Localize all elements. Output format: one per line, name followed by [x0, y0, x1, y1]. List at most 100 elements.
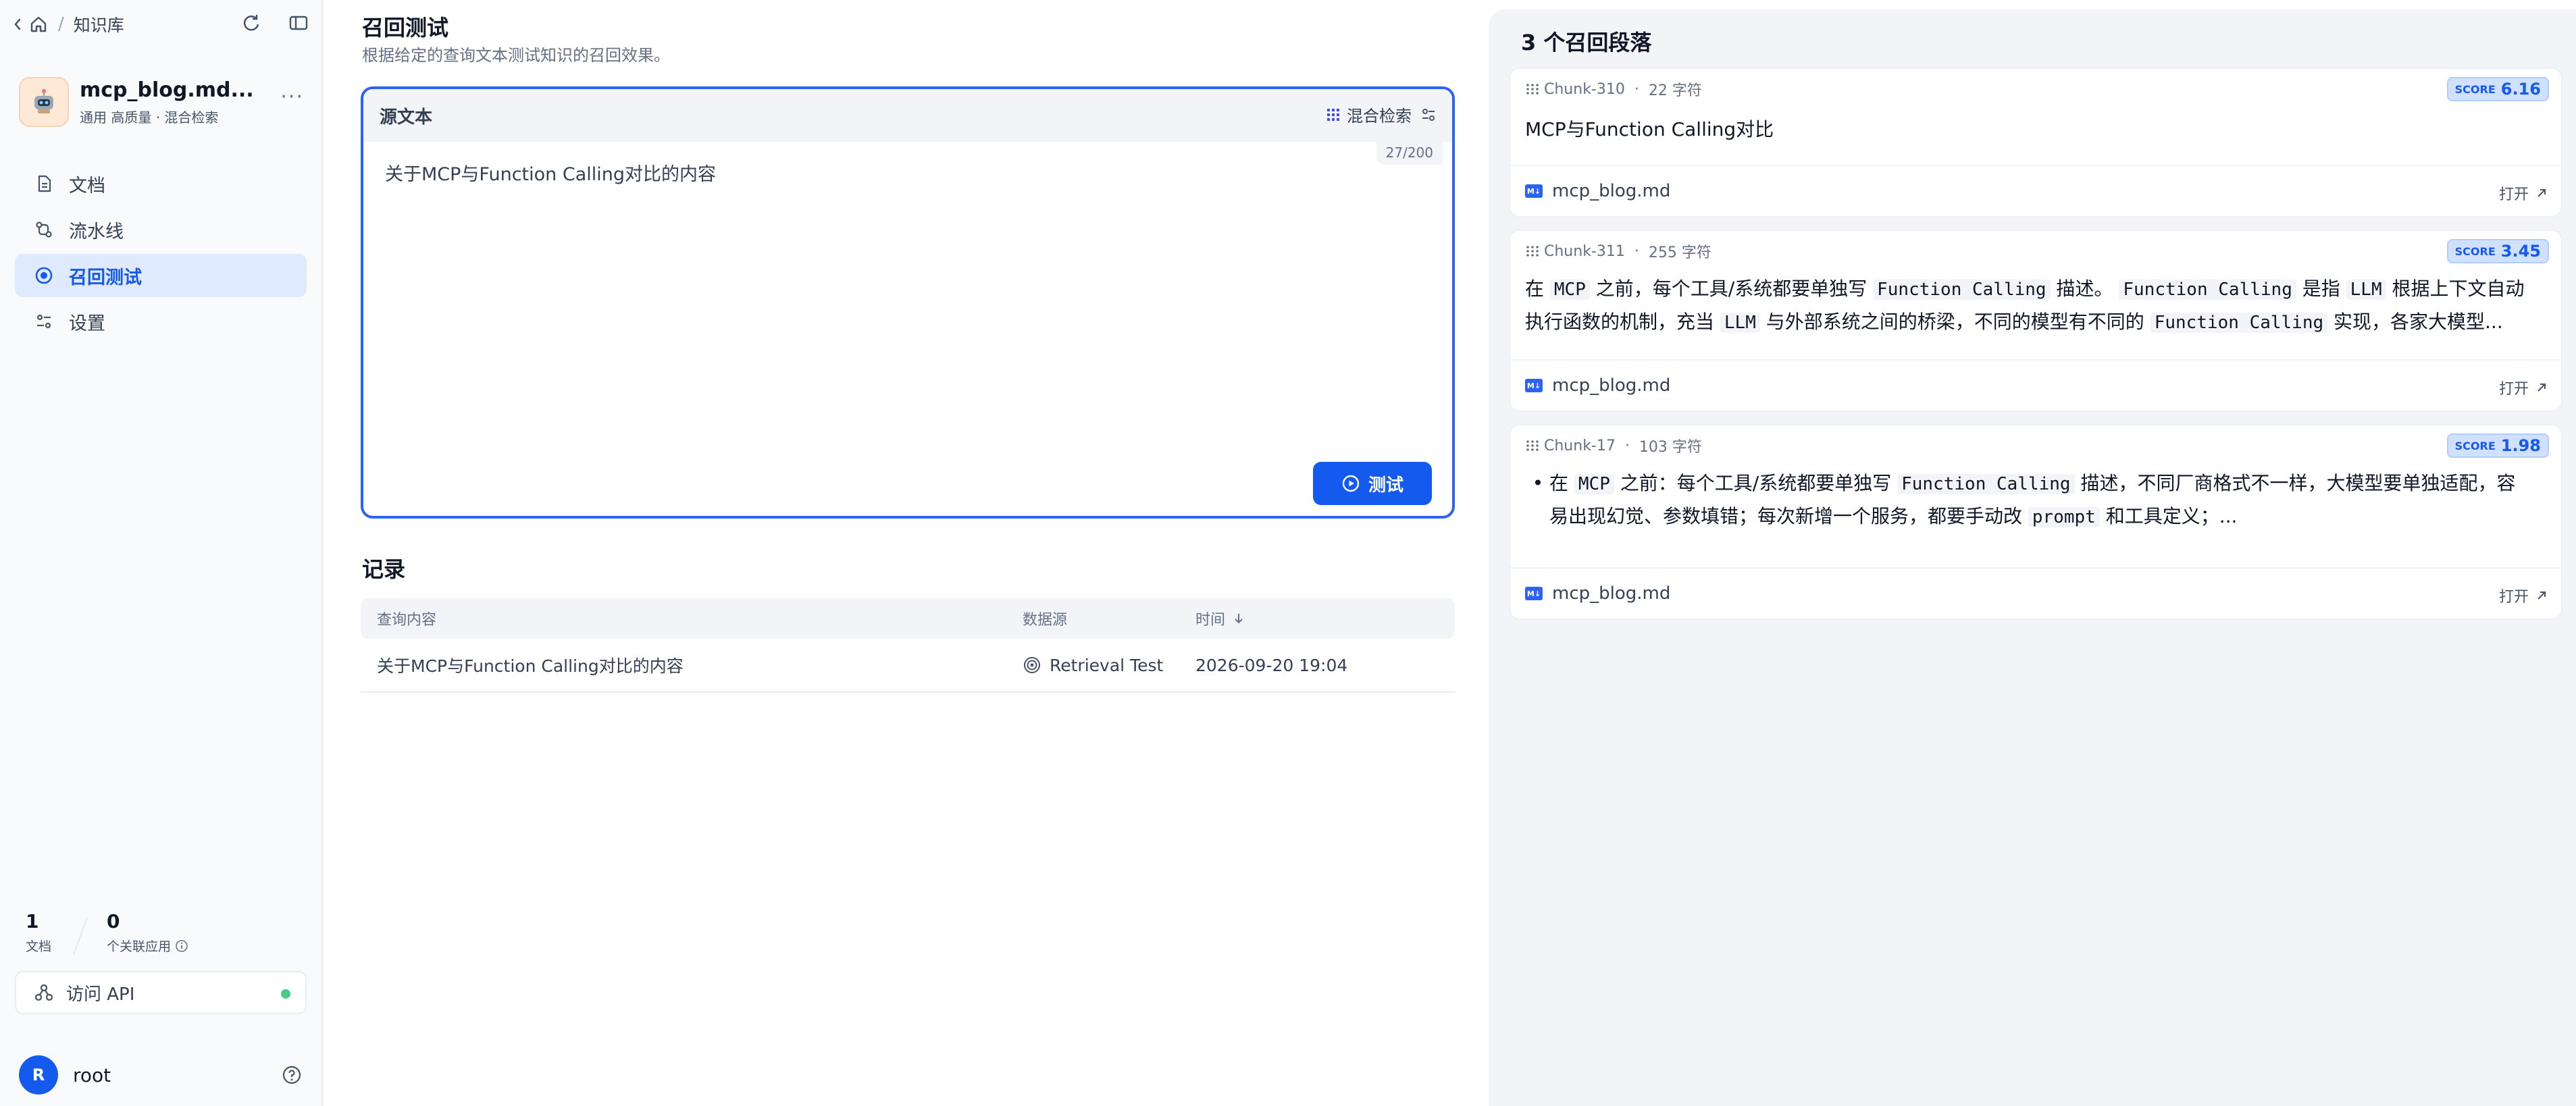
records-title: 记录: [362, 556, 406, 582]
target-icon: [34, 265, 54, 286]
inline-code: MCP: [1574, 474, 1614, 494]
open-link[interactable]: 打开: [2499, 585, 2548, 606]
sliders-icon: [1422, 108, 1435, 121]
chunk-id: Chunk-310: [1544, 80, 1625, 98]
stat-label: 文档: [26, 939, 52, 954]
chunk-footer: M↓ mcp_blog.md 打开: [1510, 359, 2561, 411]
info-icon[interactable]: [175, 939, 188, 953]
inline-code: Function Calling: [1873, 280, 2051, 300]
meta-separator: ·: [1634, 242, 1639, 260]
stat-value: 1: [26, 910, 39, 932]
chunk-meta: Chunk-310 · 22 字符: [1525, 78, 1702, 100]
markdown-file-icon: M↓: [1525, 587, 1543, 600]
settings-icon: [34, 311, 54, 332]
menu-item-pipeline[interactable]: 流水线: [15, 208, 307, 251]
more-options-icon[interactable]: ···: [280, 85, 304, 109]
open-link[interactable]: 打开: [2499, 182, 2548, 204]
stat-divider: [72, 917, 88, 955]
dataset-header[interactable]: mcp_blog.md... 通用 高质量 · 混合检索 ···: [19, 76, 309, 130]
chunk-footer: M↓ mcp_blog.md 打开: [1510, 165, 2561, 216]
inline-code: prompt: [2028, 507, 2100, 527]
source-text-panel: 源文本 混合检索 27/200 关于MCP与Function Calling对比…: [361, 86, 1455, 519]
dataset-name: mcp_blog.md...: [80, 78, 254, 102]
meta-separator: ·: [1624, 437, 1630, 454]
top-nav: / 知识库: [12, 12, 309, 36]
help-icon[interactable]: [281, 1064, 303, 1086]
sort-arrow-down-icon: [1235, 614, 1243, 624]
open-link-label: 打开: [2498, 589, 2529, 606]
results-title: 3 个召回段落: [1521, 30, 1652, 55]
query-textarea[interactable]: 关于MCP与Function Calling对比的内容: [385, 159, 716, 186]
target-icon: [1024, 657, 1040, 673]
grip-icon: [1526, 246, 1539, 257]
menu-item-documents[interactable]: 文档: [15, 162, 307, 205]
grip-icon: [1526, 84, 1539, 95]
user-name[interactable]: root: [73, 1064, 111, 1086]
api-icon: [34, 984, 53, 1001]
breadcrumb-knowledge[interactable]: 知识库: [74, 12, 124, 36]
chunk-chars: 255 字符: [1648, 244, 1711, 261]
open-link[interactable]: 打开: [2499, 377, 2548, 398]
page-title: 召回测试: [362, 15, 449, 41]
chunk-text: 实现，各家大模型...: [2327, 311, 2503, 333]
sidebar-toggle-icon[interactable]: [288, 12, 309, 34]
test-button-label: 测试: [1368, 475, 1403, 496]
table-row[interactable]: 关于MCP与Function Calling对比的内容 Retrieval Te…: [361, 639, 1455, 693]
menu-label: 设置: [69, 313, 105, 334]
markdown-file-icon: M↓: [1525, 379, 1543, 392]
column-header-time[interactable]: 时间: [1195, 608, 1455, 629]
open-link-label: 打开: [2498, 381, 2529, 398]
status-dot: [281, 989, 290, 999]
menu-label: 文档: [69, 175, 105, 196]
inline-code: Function Calling: [1897, 474, 2075, 494]
menu-item-settings[interactable]: 设置: [15, 300, 307, 343]
menu-label: 召回测试: [69, 267, 142, 288]
side-menu: 文档 流水线 召回测试 设置: [15, 162, 307, 346]
arrow-up-right-icon: [2538, 384, 2546, 392]
chunk-text: 是指: [2296, 278, 2346, 300]
score-badge: SCORE 6.16: [2446, 77, 2549, 101]
chunk-card[interactable]: Chunk-17 · 103 字符 SCORE 1.98 • 在 MCP 之前：…: [1509, 424, 2562, 620]
retrieval-mode-button[interactable]: 混合检索: [1325, 103, 1437, 126]
chunk-text: 之前，每个工具/系统都要单独写: [1589, 278, 1874, 300]
score-label: SCORE: [2454, 244, 2496, 258]
menu-item-retrieval-test[interactable]: 召回测试: [15, 254, 307, 297]
table-header: 查询内容 数据源 时间: [361, 598, 1455, 639]
score-value: 6.16: [2500, 80, 2541, 99]
chunk-text: 与外部系统之间的桥梁，不同的模型有不同的: [1759, 311, 2150, 333]
robot-icon: [34, 89, 53, 113]
records-table: 查询内容 数据源 时间 关于MCP与Function Calling对比的内容 …: [361, 598, 1455, 693]
home-icon[interactable]: [28, 14, 49, 34]
markdown-file-icon: M↓: [1525, 184, 1543, 198]
source-header: 源文本 混合检索: [363, 89, 1452, 142]
chunk-text: 在: [1525, 278, 1550, 300]
top-nav-actions: [240, 12, 309, 34]
chunk-file-name: mcp_blog.md: [1552, 375, 1671, 396]
chunk-meta: Chunk-311 · 255 字符: [1525, 240, 1711, 262]
list-item-text: 在 MCP 之前：每个工具/系统都要单独写 Function Calling 描…: [1549, 467, 2534, 533]
chunk-meta: Chunk-17 · 103 字符: [1525, 435, 1702, 456]
chunk-text: 在: [1549, 472, 1574, 494]
test-button[interactable]: 测试: [1313, 462, 1432, 505]
column-header-time-label: 时间: [1195, 612, 1226, 629]
chunk-content: • 在 MCP 之前：每个工具/系统都要单独写 Function Calling…: [1526, 467, 2534, 533]
chunk-card[interactable]: Chunk-310 · 22 字符 SCORE 6.16 MCP与Functio…: [1509, 68, 2562, 217]
play-circle-icon: [1342, 475, 1360, 492]
user-row: R root: [19, 1055, 303, 1095]
api-access-button[interactable]: 访问 API: [15, 971, 307, 1014]
arrow-up-right-icon: [2538, 189, 2546, 197]
back-button[interactable]: [12, 14, 49, 34]
breadcrumb-separator: /: [58, 14, 64, 34]
score-label: SCORE: [2454, 439, 2496, 452]
document-icon: [34, 174, 54, 194]
api-label: 访问 API: [66, 984, 135, 1005]
chunk-card[interactable]: Chunk-311 · 255 字符 SCORE 3.45 在 MCP 之前，每…: [1509, 230, 2562, 412]
avatar[interactable]: R: [19, 1055, 58, 1095]
chunk-file-name: mcp_blog.md: [1552, 181, 1671, 201]
list-item: • 在 MCP 之前：每个工具/系统都要单独写 Function Calling…: [1526, 467, 2534, 533]
stat-documents: 1 文档: [26, 910, 51, 955]
refresh-icon[interactable]: [240, 12, 262, 34]
chunk-content: MCP与Function Calling对比: [1525, 118, 1774, 140]
grip-icon: [1526, 440, 1539, 451]
score-badge: SCORE 1.98: [2446, 433, 2549, 458]
